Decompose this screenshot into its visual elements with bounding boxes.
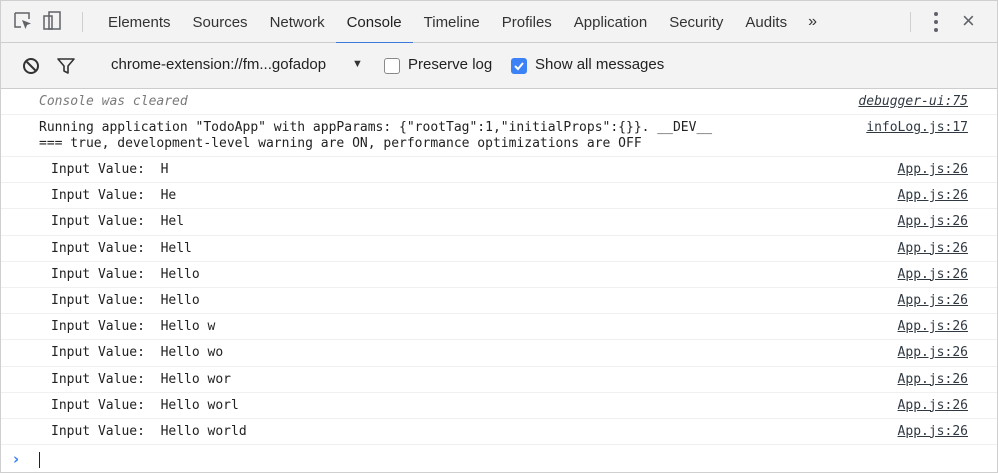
console-log-row: Input Value: Hello wor App.js:26	[1, 367, 997, 393]
tab-bar-divider	[82, 12, 83, 32]
console-info-message: Running application "TodoApp" with appPa…	[1, 115, 997, 157]
source-link[interactable]: App.js:26	[898, 293, 968, 308]
tab-timeline[interactable]: Timeline	[413, 1, 491, 43]
filter-icon[interactable]	[56, 56, 76, 76]
text-caret	[39, 452, 40, 468]
message-text: Input Value: Hello wor	[51, 371, 232, 387]
console-log-row: Input Value: Hell App.js:26	[1, 236, 997, 262]
tab-security[interactable]: Security	[658, 1, 734, 43]
message-text: Input Value: Hello	[51, 266, 200, 282]
console-log-row: Input Value: H App.js:26	[1, 157, 997, 184]
source-link[interactable]: App.js:26	[898, 398, 968, 413]
message-text-line1: Running application "TodoApp" with appPa…	[39, 120, 713, 135]
tab-application[interactable]: Application	[563, 1, 658, 43]
source-link[interactable]: App.js:26	[898, 188, 968, 203]
console-cleared-message: Console was cleared debugger-ui:75	[1, 90, 997, 115]
source-link[interactable]: App.js:26	[898, 372, 968, 387]
console-log-row: Input Value: Hello worl App.js:26	[1, 393, 997, 419]
prompt-chevron-icon: ›	[13, 450, 20, 468]
source-link[interactable]: App.js:26	[898, 319, 968, 334]
console-toolbar: chrome-extension://fm...gofadop ▼ Preser…	[1, 43, 997, 89]
message-text: Input Value: Hello worl	[51, 397, 239, 413]
more-tabs-button[interactable]: »	[798, 1, 827, 43]
source-link[interactable]: App.js:26	[898, 162, 968, 177]
preserve-log-label[interactable]: Preserve log	[408, 56, 492, 73]
source-link[interactable]: App.js:26	[898, 424, 968, 439]
preserve-log-checkbox[interactable]	[384, 58, 400, 74]
show-all-messages-label[interactable]: Show all messages	[535, 56, 664, 73]
tab-sources[interactable]: Sources	[182, 1, 259, 43]
show-all-messages-checkbox[interactable]	[511, 58, 527, 74]
source-link[interactable]: infoLog.js:17	[866, 120, 968, 135]
tab-console[interactable]: Console	[335, 1, 413, 44]
console-log-row: Input Value: Hello wo App.js:26	[1, 340, 997, 367]
console-messages: Console was cleared debugger-ui:75 Runni…	[1, 90, 997, 446]
close-devtools-button[interactable]: ×	[962, 9, 975, 33]
tab-audits[interactable]: Audits	[734, 1, 798, 43]
source-link[interactable]: App.js:26	[898, 345, 968, 360]
console-log-row: Input Value: Hello w App.js:26	[1, 314, 997, 341]
devtools-tab-bar: Elements Sources Network Console Timeline Pro…	[1, 1, 997, 44]
tab-profiles[interactable]: Profiles	[491, 1, 563, 43]
message-text: Input Value: Hello w	[51, 319, 216, 335]
chevron-down-icon[interactable]: ▼	[352, 58, 363, 70]
source-link[interactable]: App.js:26	[898, 267, 968, 282]
clear-console-icon[interactable]	[21, 56, 41, 76]
execution-context-selector[interactable]: chrome-extension://fm...gofadop	[111, 56, 326, 73]
more-options-icon[interactable]	[929, 10, 943, 34]
message-text: Input Value: Hel	[51, 214, 185, 230]
console-log-row: Input Value: Hello App.js:26	[1, 288, 997, 315]
console-log-row: Input Value: Hello world App.js:26	[1, 419, 997, 446]
console-prompt[interactable]: ›	[1, 447, 997, 473]
device-toolbar-icon[interactable]	[43, 11, 63, 31]
devtools-window: Elements Sources Network Console Timeline Pro…	[0, 0, 998, 473]
tab-elements[interactable]: Elements	[97, 1, 182, 43]
message-text: Input Value: Hello	[51, 292, 200, 308]
message-text: Input Value: He	[51, 188, 177, 204]
message-text: Console was cleared	[39, 94, 188, 109]
tab-network[interactable]: Network	[259, 1, 336, 43]
message-text: Input Value: Hello world	[51, 423, 247, 439]
panel-tabs: Elements Sources Network Console Timeline Pro…	[97, 1, 827, 44]
message-text: Input Value: H	[51, 162, 169, 177]
checkmark-icon	[514, 62, 524, 71]
message-text-line2: === true, development-level warning are …	[39, 136, 642, 151]
inspect-element-icon[interactable]	[13, 11, 33, 31]
message-text: Input Value: Hello wo	[51, 345, 224, 361]
source-link[interactable]: App.js:26	[898, 241, 968, 256]
tab-bar-divider	[910, 12, 911, 32]
source-link[interactable]: App.js:26	[898, 214, 968, 229]
source-link[interactable]: debugger-ui:75	[858, 94, 968, 109]
console-log-row: Input Value: He App.js:26	[1, 183, 997, 210]
console-log-row: Input Value: Hel App.js:26	[1, 209, 997, 236]
message-text: Input Value: Hell	[51, 240, 192, 256]
console-log-row: Input Value: Hello App.js:26	[1, 262, 997, 288]
